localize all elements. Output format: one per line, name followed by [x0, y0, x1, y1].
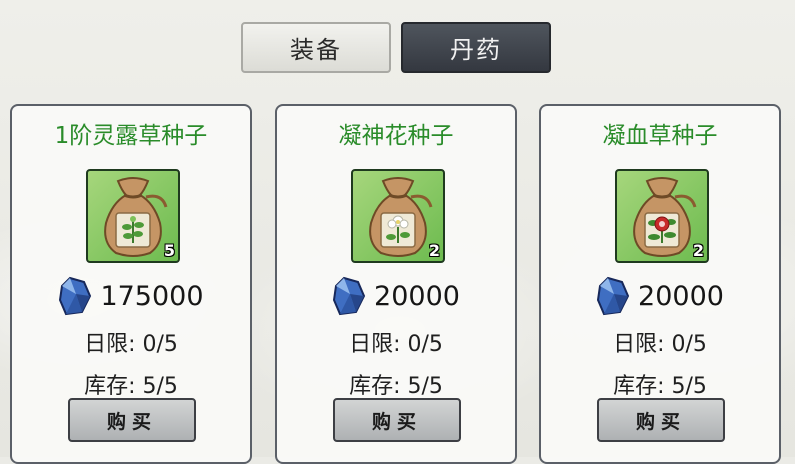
daily-limit-text: 日限: 0/5: [613, 332, 707, 357]
shop-item-card: 1阶灵露草种子 5 175000 日限: 0/5 库存: 5/5 购买: [10, 104, 252, 464]
daily-limit-text: 日限: 0/5: [349, 332, 443, 357]
item-price: 20000: [638, 280, 724, 312]
buy-button[interactable]: 购买: [68, 398, 196, 442]
price-row: 20000: [541, 276, 779, 316]
item-name: 1阶灵露草种子: [54, 123, 208, 149]
item-price: 175000: [100, 280, 204, 312]
blue-gem-icon: [597, 276, 630, 316]
stock-text: 库存: 5/5: [613, 374, 707, 399]
blue-gem-icon: [333, 276, 366, 316]
item-count-badge: 2: [692, 241, 704, 260]
stock-text: 库存: 5/5: [84, 374, 178, 399]
buy-button[interactable]: 购买: [597, 398, 725, 442]
price-row: 175000: [12, 276, 250, 316]
tab-equipment[interactable]: 装备: [241, 22, 391, 73]
tab-pills[interactable]: 丹药: [401, 22, 551, 73]
shop-item-card: 凝神花种子 2 20000 日限: 0/5 库存: 5/5 购买: [275, 104, 517, 464]
blue-gem-icon: [59, 276, 92, 316]
item-price: 20000: [374, 280, 460, 312]
item-name: 凝神花种子: [338, 123, 454, 149]
item-name: 凝血草种子: [602, 123, 718, 149]
item-icon-frame[interactable]: 5: [86, 169, 180, 263]
item-icon-frame[interactable]: 2: [615, 169, 709, 263]
stock-text: 库存: 5/5: [349, 374, 443, 399]
daily-limit-text: 日限: 0/5: [84, 332, 178, 357]
shop-item-card: 凝血草种子 2 20000 日限: 0/5 库存: 5/5 购买: [539, 104, 781, 464]
item-count-badge: 2: [428, 241, 440, 260]
item-count-badge: 5: [163, 241, 175, 260]
buy-button[interactable]: 购买: [333, 398, 461, 442]
tab-bar: 装备 丹药: [241, 22, 551, 73]
item-icon-frame[interactable]: 2: [351, 169, 445, 263]
price-row: 20000: [277, 276, 515, 316]
